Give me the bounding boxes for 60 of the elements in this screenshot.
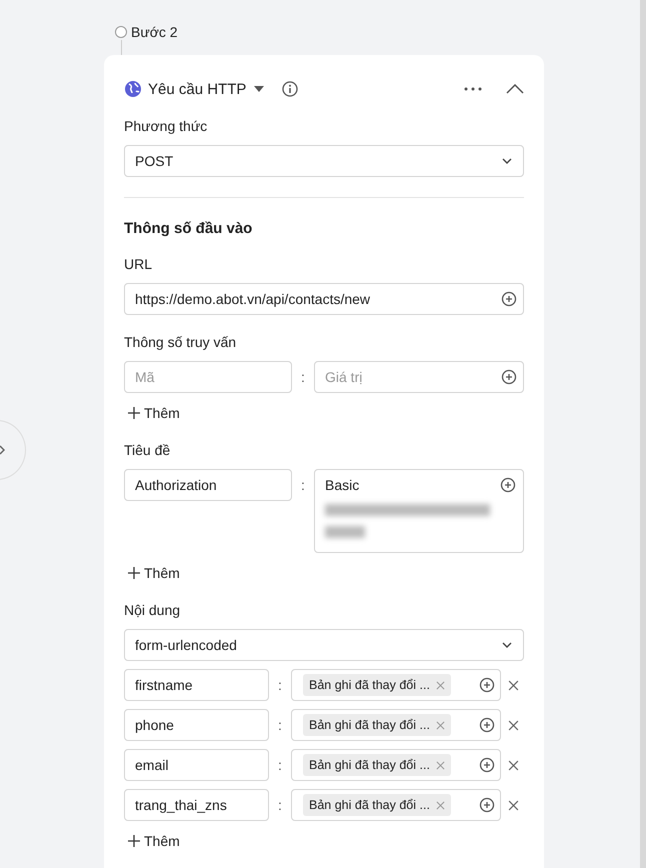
add-button[interactable]: Thêm	[124, 563, 184, 583]
separator: :	[300, 368, 306, 387]
key-field[interactable]: firstname	[124, 669, 269, 701]
add-circle-icon[interactable]	[479, 797, 495, 813]
value-field[interactable]: Bản ghi đã thay đổi ...	[291, 789, 501, 821]
field-label: Tiêu đề	[124, 441, 172, 459]
method-select[interactable]: POST	[124, 145, 524, 177]
step-circle-icon	[115, 26, 127, 38]
add-circle-icon[interactable]	[479, 757, 495, 773]
info-icon[interactable]	[282, 81, 298, 97]
variable-tag[interactable]: Bản ghi đã thay đổi ...	[303, 754, 451, 776]
section-title: Thông số đầu vào	[124, 220, 254, 237]
chevron-down-icon	[501, 641, 513, 649]
delete-icon[interactable]	[508, 800, 518, 810]
key-field[interactable]: email	[124, 749, 269, 781]
add-button[interactable]: Thêm	[124, 831, 184, 851]
caret-icon[interactable]	[254, 86, 264, 92]
variable-tag[interactable]: Bản ghi đã thay đổi ...	[303, 794, 451, 816]
value-field[interactable]: Basic	[314, 469, 524, 553]
add-circle-icon[interactable]	[501, 291, 517, 307]
add-button[interactable]: Thêm	[124, 403, 184, 423]
chevron-down-icon	[501, 157, 513, 165]
key-field[interactable]: Mã	[124, 361, 292, 393]
block-title[interactable]: Yêu cầu HTTP	[148, 80, 246, 98]
value-field[interactable]: Giá trị	[314, 361, 524, 393]
url-field[interactable]: https://demo.abot.vn/api/contacts/new	[124, 283, 524, 315]
field-label: Nội dung	[124, 601, 182, 619]
value-field[interactable]: Bản ghi đã thay đổi ...	[291, 709, 501, 741]
plus-icon	[128, 567, 140, 579]
key-field[interactable]: phone	[124, 709, 269, 741]
chevron-up-icon[interactable]	[506, 84, 524, 94]
separator: :	[277, 796, 283, 815]
content-type-select[interactable]: form-urlencoded	[124, 629, 524, 661]
separator: :	[277, 716, 283, 735]
key-field[interactable]: trang_thai_zns	[124, 789, 269, 821]
step-label: Bước 2	[131, 24, 178, 40]
add-circle-icon[interactable]	[479, 677, 495, 693]
more-icon[interactable]	[464, 87, 482, 91]
value-field[interactable]: Bản ghi đã thay đổi ...	[291, 669, 501, 701]
field-label: Thông số truy vấn	[124, 333, 238, 351]
add-circle-icon[interactable]	[500, 477, 516, 493]
variable-tag[interactable]: Bản ghi đã thay đổi ...	[303, 674, 451, 696]
delete-icon[interactable]	[508, 680, 518, 690]
add-circle-icon[interactable]	[501, 369, 517, 385]
add-circle-icon[interactable]	[479, 717, 495, 733]
value-field[interactable]: Bản ghi đã thay đổi ...	[291, 749, 501, 781]
chevron-right-icon	[0, 445, 5, 455]
plus-icon	[128, 835, 140, 847]
scrollbar[interactable]	[640, 0, 646, 868]
plus-icon	[128, 407, 140, 419]
separator: :	[300, 476, 306, 495]
field-label: Phương thức	[124, 117, 208, 135]
field-label: URL	[124, 255, 154, 273]
delete-icon[interactable]	[508, 760, 518, 770]
key-field[interactable]: Authorization	[124, 469, 292, 501]
separator: :	[277, 756, 283, 775]
globe-icon	[124, 80, 142, 98]
variable-tag[interactable]: Bản ghi đã thay đổi ...	[303, 714, 451, 736]
separator: :	[277, 676, 283, 695]
delete-icon[interactable]	[508, 720, 518, 730]
